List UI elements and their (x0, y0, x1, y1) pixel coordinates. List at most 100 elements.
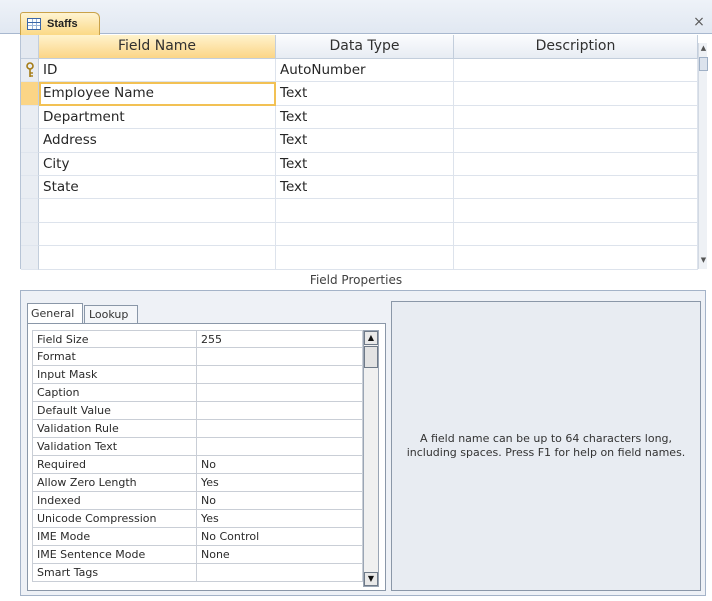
row-selector[interactable] (21, 105, 39, 130)
description-cell[interactable] (454, 175, 698, 200)
property-name: IME Mode (32, 528, 197, 545)
data-type-cell[interactable]: Text (276, 152, 454, 176)
property-name: Validation Rule (32, 420, 197, 437)
description-cell[interactable] (454, 105, 698, 130)
scroll-thumb[interactable] (364, 346, 378, 368)
field-name-cell[interactable]: State (39, 175, 276, 200)
table-row[interactable]: ID AutoNumber (21, 59, 698, 83)
property-row[interactable]: Allow Zero Length Yes (32, 474, 363, 492)
property-value[interactable] (197, 438, 363, 455)
field-name-cell[interactable]: ID (39, 59, 276, 83)
property-row[interactable]: Unicode Compression Yes (32, 510, 363, 528)
data-type-cell[interactable] (276, 246, 454, 270)
table-row[interactable] (21, 222, 698, 247)
property-value[interactable] (197, 384, 363, 401)
property-name: IME Sentence Mode (32, 546, 197, 563)
table-row[interactable]: State Text (21, 175, 698, 200)
data-type-cell[interactable]: Text (276, 82, 454, 106)
scroll-down-icon[interactable]: ▼ (364, 572, 378, 586)
property-name: Validation Text (32, 438, 197, 455)
property-value[interactable]: No (197, 492, 363, 509)
description-cell[interactable] (454, 129, 698, 153)
property-value[interactable]: No Control (197, 528, 363, 545)
property-row[interactable]: Validation Rule (32, 420, 363, 438)
row-selector[interactable] (21, 175, 39, 200)
property-row[interactable]: Required No (32, 456, 363, 474)
table-row[interactable] (21, 246, 698, 270)
data-type-cell[interactable]: Text (276, 175, 454, 200)
column-header-field-name[interactable]: Field Name (39, 35, 276, 59)
property-row[interactable]: IME Sentence Mode None (32, 546, 363, 564)
property-value[interactable] (197, 366, 363, 383)
table-row[interactable] (21, 199, 698, 223)
property-row[interactable]: Caption (32, 384, 363, 402)
property-row[interactable]: Smart Tags (32, 564, 363, 582)
property-value[interactable] (197, 402, 363, 419)
property-row[interactable]: Field Size 255 (32, 330, 363, 348)
field-name-cell[interactable] (39, 199, 276, 223)
row-selector[interactable] (21, 222, 39, 247)
description-cell[interactable] (454, 199, 698, 223)
close-icon[interactable]: × (691, 14, 707, 30)
description-cell[interactable] (454, 222, 698, 247)
property-value[interactable]: 255 (197, 331, 363, 347)
scroll-up-icon[interactable]: ▲ (699, 43, 708, 53)
field-name-cell[interactable]: City (39, 152, 276, 176)
table-row[interactable]: Department Text (21, 105, 698, 130)
data-type-cell[interactable]: Text (276, 105, 454, 130)
field-properties-label: Field Properties (309, 273, 403, 287)
scroll-up-icon[interactable]: ▲ (364, 331, 378, 345)
description-cell[interactable] (454, 82, 698, 106)
column-header-description[interactable]: Description (454, 35, 698, 59)
property-row[interactable]: Input Mask (32, 366, 363, 384)
field-name-cell[interactable]: Department (39, 105, 276, 130)
property-value[interactable]: No (197, 456, 363, 473)
description-cell[interactable] (454, 59, 698, 83)
data-type-cell[interactable] (276, 222, 454, 247)
field-name-cell[interactable] (39, 222, 276, 247)
property-value[interactable] (197, 348, 363, 365)
row-selector[interactable] (21, 129, 39, 153)
property-value[interactable] (197, 564, 363, 581)
row-selector[interactable] (21, 82, 39, 106)
table-row[interactable]: City Text (21, 152, 698, 176)
property-row[interactable]: Indexed No (32, 492, 363, 510)
scroll-down-icon[interactable]: ▼ (699, 255, 708, 265)
data-type-cell[interactable]: Text (276, 129, 454, 153)
field-name-cell[interactable]: Employee Name (39, 82, 276, 106)
property-row[interactable]: Format (32, 348, 363, 366)
property-name: Unicode Compression (32, 510, 197, 527)
property-value[interactable]: Yes (197, 510, 363, 527)
tab-general[interactable]: General (27, 303, 83, 323)
property-row[interactable]: IME Mode No Control (32, 528, 363, 546)
scroll-thumb[interactable] (699, 57, 708, 71)
tab-lookup[interactable]: Lookup (84, 305, 138, 323)
tab-staffs[interactable]: Staffs (20, 12, 100, 35)
help-box: A field name can be up to 64 characters … (391, 301, 701, 591)
data-type-cell[interactable] (276, 199, 454, 223)
property-scrollbar[interactable]: ▲ ▼ (363, 330, 379, 587)
property-row[interactable]: Default Value (32, 402, 363, 420)
property-name: Allow Zero Length (32, 474, 197, 491)
field-name-cell[interactable] (39, 246, 276, 270)
row-selector[interactable] (21, 152, 39, 176)
property-name: Field Size (32, 331, 197, 347)
property-value[interactable]: Yes (197, 474, 363, 491)
row-selector[interactable] (21, 59, 39, 83)
select-all-corner[interactable] (21, 35, 39, 59)
property-name: Indexed (32, 492, 197, 509)
help-text: A field name can be up to 64 characters … (406, 432, 686, 459)
table-row[interactable]: Employee Name Text (21, 82, 698, 106)
grid-vertical-scrollbar[interactable]: ▲ ▼ (698, 43, 708, 269)
property-value[interactable]: None (197, 546, 363, 563)
row-selector[interactable] (21, 199, 39, 223)
field-name-cell[interactable]: Address (39, 129, 276, 153)
column-header-data-type[interactable]: Data Type (276, 35, 454, 59)
description-cell[interactable] (454, 152, 698, 176)
table-row[interactable]: Address Text (21, 129, 698, 153)
property-row[interactable]: Validation Text (32, 438, 363, 456)
data-type-cell[interactable]: AutoNumber (276, 59, 454, 83)
property-value[interactable] (197, 420, 363, 437)
row-selector[interactable] (21, 246, 39, 270)
description-cell[interactable] (454, 246, 698, 270)
